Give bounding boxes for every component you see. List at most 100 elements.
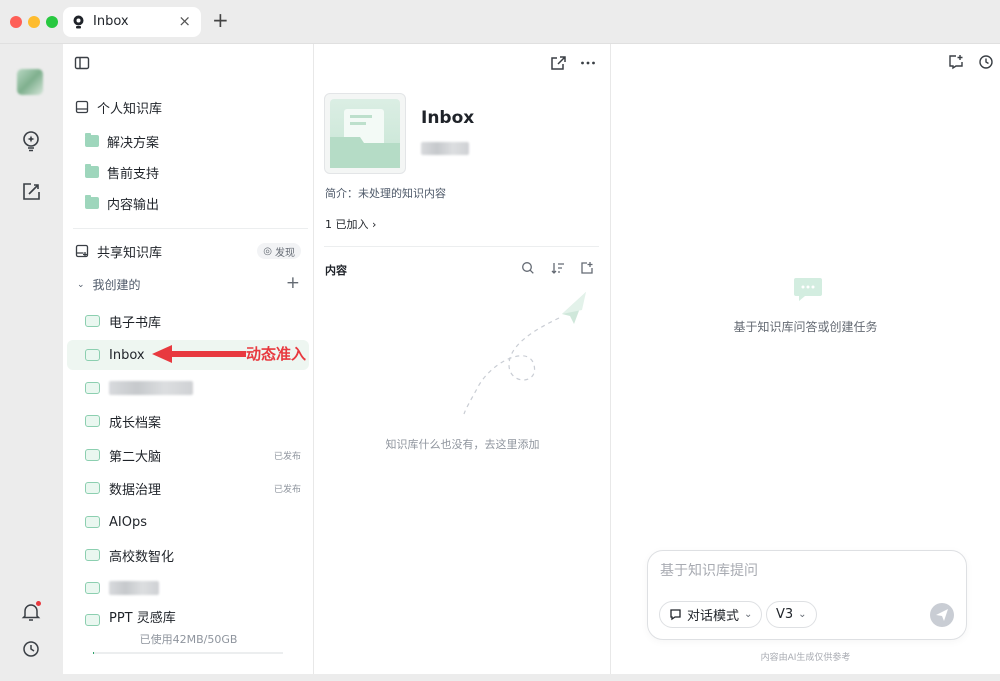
- chevron-down-icon: ⌄: [798, 609, 807, 620]
- shared-kb-icon: [75, 244, 89, 258]
- folder-icon: [85, 164, 99, 178]
- folder-label: 内容输出: [107, 197, 160, 213]
- kb-cover-image[interactable]: [324, 93, 406, 174]
- app-rail: [0, 44, 63, 681]
- folder-item[interactable]: 解决方案: [85, 131, 159, 151]
- kb-item-label: 第二大脑: [109, 449, 162, 465]
- add-kb-button[interactable]: +: [286, 273, 300, 293]
- tab-inbox[interactable]: Inbox ×: [63, 7, 201, 37]
- kb-item-label: 成长档案: [109, 415, 162, 431]
- cover-doc-icon: [330, 109, 400, 168]
- kb-item-label: PPT 灵感库: [109, 611, 176, 626]
- discover-button[interactable]: ◎ 发现: [257, 243, 301, 259]
- chevron-down-icon: ⌄: [77, 279, 85, 290]
- sort-icon[interactable]: [551, 261, 565, 275]
- version-select[interactable]: V3 ⌄: [766, 601, 817, 628]
- chat-panel: 基于知识库问答或创建任务 对话模式 ⌄ V3 ⌄ 内容由AI生成仅供参考: [611, 44, 1000, 681]
- folder-label: 解决方案: [107, 135, 160, 151]
- chevron-down-icon: ⌄: [744, 609, 753, 620]
- kb-intro: 简介：未处理的知识内容: [325, 187, 446, 200]
- kb-item-icon: [85, 614, 100, 626]
- kb-item-label: 高校数智化: [109, 549, 175, 565]
- history-icon[interactable]: [20, 638, 42, 660]
- kb-item-label: AIOps: [109, 514, 147, 530]
- add-content-icon[interactable]: [580, 261, 594, 275]
- kb-item-icon: [85, 516, 100, 528]
- kb-item-label-redacted: [109, 381, 193, 395]
- share-icon[interactable]: [549, 54, 567, 72]
- kb-item-label: Inbox: [109, 347, 145, 363]
- folder-item[interactable]: 售前支持: [85, 162, 159, 182]
- close-window-button[interactable]: [10, 16, 22, 28]
- kb-item[interactable]: 电子书库: [67, 306, 309, 336]
- folder-label: 售前支持: [107, 166, 160, 182]
- more-icon[interactable]: [579, 54, 597, 72]
- avatar[interactable]: [17, 69, 43, 95]
- chat-bubble-icon: [794, 278, 822, 301]
- send-button[interactable]: [930, 603, 954, 627]
- kb-item-icon: [85, 482, 100, 494]
- empty-state-text: 知识库什么也没有，去这里添加: [385, 438, 540, 451]
- kb-item[interactable]: 第二大脑 已发布: [67, 440, 309, 470]
- my-created-group[interactable]: ⌄ 我创建的: [77, 276, 141, 293]
- compass-icon: ◎: [263, 245, 272, 257]
- sidebar-toggle-icon[interactable]: [74, 55, 90, 71]
- shared-kb-label: 共享知识库: [97, 245, 163, 261]
- kb-item[interactable]: 成长档案: [67, 406, 309, 436]
- kb-item-icon: [85, 449, 100, 461]
- shared-kb-header[interactable]: 共享知识库: [75, 241, 162, 261]
- folder-icon: [85, 133, 99, 147]
- kb-item-icon: [85, 415, 100, 427]
- owner-avatar-redacted: [421, 142, 469, 155]
- tab-title: Inbox: [93, 14, 129, 29]
- empty-hint: 基于知识库问答或创建任务: [733, 320, 878, 334]
- annotation-arrow-icon: [152, 345, 246, 363]
- kb-item-icon: [85, 382, 100, 394]
- new-chat-icon[interactable]: [948, 54, 964, 70]
- history-icon[interactable]: [978, 54, 994, 70]
- published-badge: 已发布: [273, 484, 301, 495]
- kb-item-icon: [85, 582, 100, 594]
- new-tab-button[interactable]: +: [212, 10, 229, 30]
- folder-icon: [85, 195, 99, 209]
- window-bottom-edge: [63, 674, 1000, 681]
- kb-item[interactable]: [67, 573, 309, 603]
- zoom-window-button[interactable]: [46, 16, 58, 28]
- minimize-window-button[interactable]: [28, 16, 40, 28]
- search-icon[interactable]: [521, 261, 535, 275]
- send-icon: [936, 609, 948, 621]
- ai-disclaimer: 内容由AI生成仅供参考: [760, 653, 851, 663]
- kb-icon: [75, 100, 89, 114]
- kb-title: Inbox: [421, 108, 475, 128]
- mode-label: 对话模式: [687, 609, 740, 624]
- kb-detail-panel: Inbox 简介：未处理的知识内容 1 已加入 › 内容 知识库什么也没有，去这…: [314, 44, 611, 674]
- chat-input-box: 对话模式 ⌄ V3 ⌄: [647, 550, 967, 640]
- mode-select[interactable]: 对话模式 ⌄: [659, 601, 763, 628]
- kb-item[interactable]: [67, 373, 309, 403]
- kb-item[interactable]: 高校数智化: [67, 540, 309, 570]
- personal-kb-header[interactable]: 个人知识库: [75, 97, 162, 117]
- divider: [73, 228, 308, 229]
- content-header: 内容: [325, 264, 347, 277]
- annotation-label: 动态准入: [246, 345, 307, 363]
- ai-bulb-icon[interactable]: [20, 130, 42, 152]
- folder-item[interactable]: 内容输出: [85, 193, 159, 213]
- storage-bar: [93, 652, 283, 654]
- kb-item[interactable]: PPT 灵感库: [67, 606, 309, 626]
- edit-icon[interactable]: [20, 181, 42, 203]
- bell-icon[interactable]: [20, 601, 42, 623]
- version-label: V3: [776, 607, 794, 622]
- divider: [324, 246, 599, 247]
- kb-item-label: 电子书库: [109, 315, 162, 331]
- kb-item[interactable]: AIOps: [67, 507, 309, 537]
- kb-item-icon: [85, 549, 100, 561]
- title-bar: Inbox × +: [0, 0, 1000, 44]
- tab-close-icon[interactable]: ×: [178, 12, 191, 30]
- bulb-icon: [73, 15, 84, 29]
- kb-item[interactable]: 数据治理 已发布: [67, 473, 309, 503]
- kb-item-label: 数据治理: [109, 482, 162, 498]
- question-input[interactable]: [660, 563, 940, 579]
- personal-kb-label: 个人知识库: [97, 101, 163, 117]
- cover-background: [330, 99, 400, 168]
- members-joined-link[interactable]: 1 已加入 ›: [325, 216, 376, 232]
